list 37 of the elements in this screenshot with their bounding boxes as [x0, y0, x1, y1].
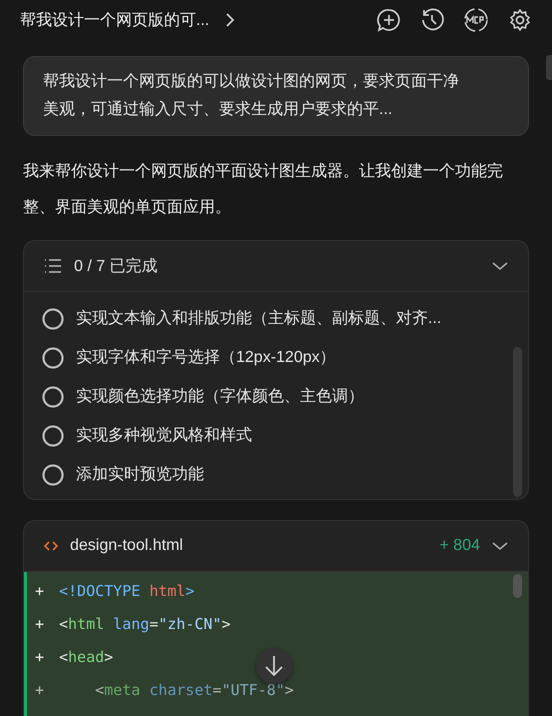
code-line: <!DOCTYPE html>: [59, 582, 194, 600]
task-label: 添加实时预览功能: [76, 464, 204, 485]
list-icon: [44, 258, 62, 274]
task-checkbox[interactable]: [42, 308, 64, 330]
code-icon: [44, 540, 58, 552]
chevron-down-icon[interactable]: [492, 541, 508, 551]
diff-marker: +: [35, 648, 46, 666]
new-chat-icon[interactable]: [377, 8, 401, 32]
task-checkbox[interactable]: [42, 346, 64, 368]
task-checkbox[interactable]: [42, 424, 64, 446]
diff-marker: +: [35, 614, 46, 632]
scrollbar-thumb[interactable]: [513, 347, 522, 497]
scrollbar-thumb[interactable]: [513, 574, 522, 598]
code-line: <html lang="zh-CN">: [59, 614, 231, 632]
todo-summary: 0 / 7 已完成: [74, 256, 158, 276]
task-label: 实现字体和字号选择（12px-120px）: [76, 348, 336, 368]
history-icon[interactable]: [420, 8, 444, 32]
chat-title[interactable]: 帮我设计一个网页版的可...: [20, 10, 210, 30]
diff-marker: +: [35, 582, 46, 600]
assistant-reply: 我来帮你设计一个网页版的平面设计图生成器。让我创建一个功能完整、界面美观的单页面应用。: [23, 162, 504, 218]
task-label: 实现文本输入和排版功能（主标题、副标题、对齐...: [76, 308, 442, 329]
chevron-down-icon[interactable]: [492, 261, 508, 271]
scrollbar-thumb[interactable]: [546, 55, 552, 80]
task-checkbox[interactable]: [42, 386, 64, 408]
task-label: 实现多种视觉风格和样式: [76, 426, 252, 446]
file-name[interactable]: design-tool.html: [70, 537, 183, 555]
task-label: 实现颜色选择功能（字体颜色、主色调）: [76, 386, 364, 407]
added-lines-count: + 804: [440, 537, 480, 555]
chevron-right-icon[interactable]: [225, 12, 236, 28]
code-line: <meta charset="UTF-8">: [94, 680, 294, 698]
code-line: <head>: [59, 648, 114, 666]
task-checkbox[interactable]: [42, 464, 64, 486]
settings-icon[interactable]: [508, 8, 532, 32]
user-message: 帮我设计一个网页版的可以做设计图的网页，要求页面干净美观，可通过输入尺寸、要求生成用户要求的平...: [23, 56, 529, 136]
diff-marker: +: [35, 680, 46, 698]
arrow-down-icon: [264, 655, 284, 677]
mcp-icon[interactable]: [463, 7, 489, 33]
